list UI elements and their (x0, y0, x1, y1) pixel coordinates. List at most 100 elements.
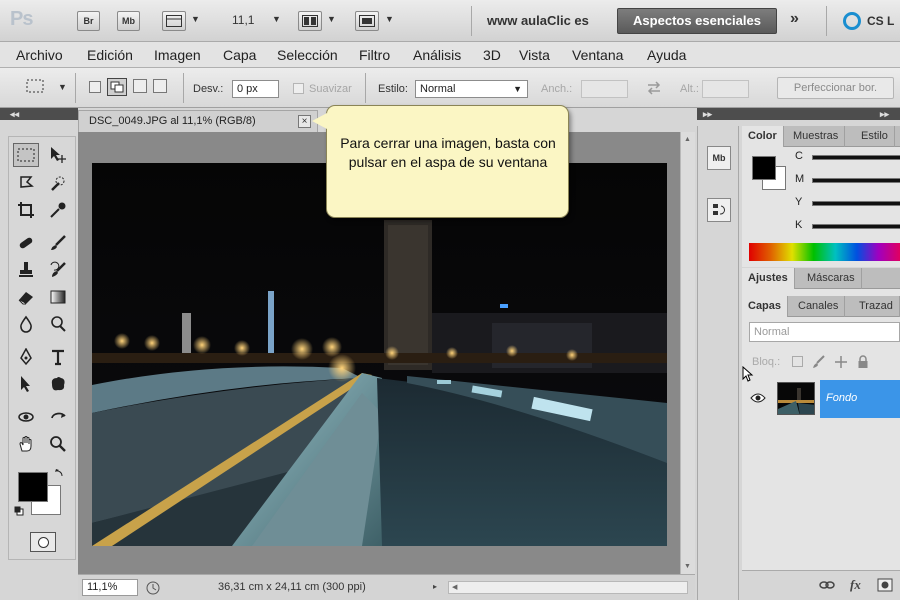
tab-paths[interactable]: Trazad (853, 296, 900, 317)
lock-position-icon[interactable] (834, 355, 848, 372)
eyedropper-tool[interactable] (45, 198, 71, 222)
more-workspaces-icon[interactable]: » (790, 10, 799, 28)
menu-ventana[interactable]: Ventana (572, 47, 623, 63)
brush-tool[interactable] (45, 231, 71, 255)
blend-mode-select[interactable]: Normal (749, 322, 900, 342)
magenta-slider[interactable] (812, 178, 900, 183)
screen-mode-dropdown-icon[interactable]: ▼ (385, 14, 394, 24)
layer-name[interactable]: Fondo (826, 392, 857, 404)
hand-tool[interactable] (13, 432, 39, 456)
3d-orbit-tool[interactable] (45, 405, 71, 429)
tab-channels[interactable]: Canales (792, 296, 846, 317)
zoom-dropdown-icon[interactable]: ▼ (272, 14, 281, 24)
spot-healing-tool[interactable] (13, 231, 39, 255)
mini-bridge-panel-icon[interactable]: Mb (707, 146, 731, 170)
quick-mask-button[interactable] (30, 532, 56, 552)
layer-visibility-eye-icon[interactable] (750, 392, 766, 404)
tab-layers[interactable]: Capas (742, 296, 789, 317)
launch-bridge-button[interactable]: Br (77, 11, 100, 31)
type-tool[interactable] (45, 345, 71, 369)
screen-mode-button[interactable] (355, 11, 379, 31)
tab-masks[interactable]: Máscaras (801, 268, 862, 289)
color-panel-foreground-swatch[interactable] (752, 156, 776, 180)
tool-preset-dropdown-icon[interactable]: ▼ (58, 82, 67, 92)
black-slider[interactable] (812, 224, 900, 229)
style-select[interactable]: Normal ▼ (415, 80, 528, 98)
cyan-slider[interactable] (812, 155, 900, 160)
swap-width-height-icon[interactable] (646, 81, 662, 98)
cs-live-icon[interactable] (843, 12, 861, 30)
menu-ayuda[interactable]: Ayuda (647, 47, 686, 63)
layer-style-fx-icon[interactable]: fx (850, 577, 861, 593)
subtract-from-selection-icon[interactable] (133, 79, 147, 93)
collapse-toolbox-icon[interactable]: ◂◂ (10, 108, 19, 120)
foreground-color-swatch[interactable] (18, 472, 48, 502)
menu-capa[interactable]: Capa (223, 47, 256, 63)
menu-3d[interactable]: 3D (483, 47, 501, 63)
lasso-tool[interactable] (13, 171, 39, 195)
swap-colors-icon[interactable] (54, 467, 66, 482)
tool-preset-picker[interactable] (26, 79, 50, 97)
zoom-percentage-field[interactable]: 11,1% (82, 579, 138, 596)
launch-mini-bridge-button[interactable]: Mb (117, 11, 140, 31)
feather-input[interactable]: 0 px (232, 80, 279, 98)
blur-tool[interactable] (13, 312, 39, 336)
collapse-panels-icon[interactable]: ▸▸ (880, 108, 889, 120)
lock-pixels-icon[interactable] (812, 355, 826, 372)
custom-shape-tool[interactable] (45, 372, 71, 396)
tab-adjustments[interactable]: Ajustes (742, 268, 795, 289)
default-colors-icon[interactable] (14, 505, 24, 516)
lock-all-icon[interactable] (857, 355, 869, 372)
zoom-tool[interactable] (45, 432, 71, 456)
menu-filtro[interactable]: Filtro (359, 47, 390, 63)
layer-row-fondo[interactable]: Fondo (742, 378, 900, 420)
eraser-tool[interactable] (13, 285, 39, 309)
arrange-documents-button[interactable] (298, 11, 322, 31)
vertical-scrollbar[interactable]: ▲ ▼ (680, 132, 695, 574)
expand-dock-icon[interactable]: ▸▸ (703, 108, 712, 120)
tab-styles[interactable]: Estilo (855, 126, 895, 147)
close-icon[interactable]: × (298, 115, 311, 128)
menu-vista[interactable]: Vista (519, 47, 550, 63)
3d-rotate-tool[interactable] (13, 405, 39, 429)
link-layers-icon[interactable] (819, 579, 835, 594)
status-info-icon[interactable] (146, 581, 160, 598)
gradient-tool[interactable] (45, 285, 71, 309)
pen-tool[interactable] (13, 345, 39, 369)
dodge-tool[interactable] (45, 312, 71, 336)
view-extras-button[interactable] (162, 11, 186, 31)
move-tool[interactable] (45, 143, 71, 167)
add-to-selection-icon[interactable] (107, 78, 127, 96)
history-panel-icon[interactable] (707, 198, 731, 222)
intersect-selection-icon[interactable] (153, 79, 167, 93)
lock-transparency-icon[interactable] (792, 356, 803, 367)
clone-stamp-tool[interactable] (13, 258, 39, 282)
color-spectrum-ramp[interactable] (749, 243, 900, 261)
tab-swatches[interactable]: Muestras (787, 126, 846, 147)
document-image[interactable] (92, 163, 667, 546)
yellow-slider[interactable] (812, 201, 900, 206)
horizontal-scrollbar[interactable]: ◀ (448, 581, 688, 594)
status-menu-icon[interactable]: ▸ (433, 582, 437, 591)
scroll-down-arrow-icon[interactable]: ▼ (684, 563, 691, 570)
scroll-left-arrow-icon[interactable]: ◀ (452, 583, 457, 591)
menu-imagen[interactable]: Imagen (154, 47, 201, 63)
path-selection-tool[interactable] (13, 372, 39, 396)
menu-seleccion[interactable]: Selección (277, 47, 338, 63)
menu-analisis[interactable]: Análisis (413, 47, 461, 63)
quick-selection-tool[interactable] (45, 171, 71, 195)
cs-live-label[interactable]: CS L (867, 14, 894, 28)
zoom-level-display[interactable]: 11,1 (232, 13, 254, 27)
width-input[interactable] (581, 80, 628, 98)
history-brush-tool[interactable] (45, 258, 71, 282)
add-mask-icon[interactable] (877, 578, 893, 595)
tab-color[interactable]: Color (742, 126, 784, 147)
height-input[interactable] (702, 80, 749, 98)
crop-tool[interactable] (13, 198, 39, 222)
anti-alias-checkbox[interactable] (293, 83, 304, 94)
scroll-up-arrow-icon[interactable]: ▲ (684, 136, 691, 143)
rectangular-marquee-tool[interactable] (13, 143, 39, 167)
arrange-dropdown-icon[interactable]: ▼ (327, 14, 336, 24)
new-selection-icon[interactable] (89, 81, 101, 93)
workspace-button[interactable]: Aspectos esenciales (617, 8, 777, 34)
